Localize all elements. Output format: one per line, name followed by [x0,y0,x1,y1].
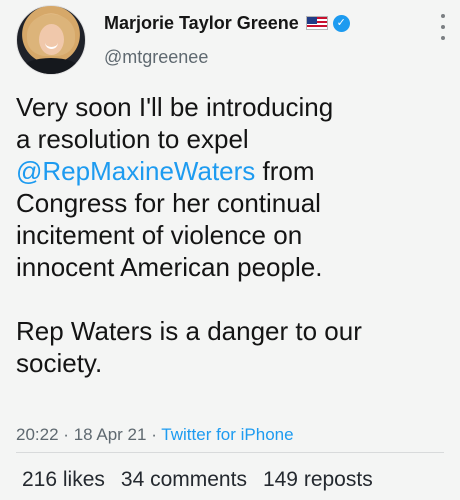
comments-count[interactable]: 34 comments [121,468,247,492]
avatar-face [39,24,64,55]
more-dot [441,25,445,29]
reposts-count[interactable]: 149 reposts [263,468,373,492]
tweet-metadata: 20:22 · 18 Apr 21 · Twitter for iPhone [16,425,294,445]
tweet-card: Marjorie Taylor Greene ✓ @mtgreenee Very… [0,0,460,500]
stats-divider [16,452,444,453]
avatar-shirt [23,58,79,74]
tweet-line: innocent American people. [16,251,446,283]
more-dot [441,36,445,40]
tweet-line-text: innocent American people. [16,252,323,282]
mention-link[interactable]: @RepMaxineWaters [16,156,255,186]
tweet-line-text: Rep Waters is a danger to our [16,316,362,346]
tweet-line: Very soon I'll be introducing [16,91,446,123]
tweet-line: Congress for her continual [16,187,446,219]
tweet-line: @RepMaxineWaters from [16,155,446,187]
tweet-line: incitement of violence on [16,219,446,251]
tweet-line-text: from [255,156,315,186]
us-flag-icon [305,16,328,30]
engagement-stats: 216 likes 34 comments 149 reposts [22,468,373,492]
meta-separator: · [63,425,69,444]
tweet-line-text: Very soon I'll be introducing [16,92,334,122]
tweet-line-text: a resolution to expel [16,124,249,154]
tweet-date[interactable]: 18 Apr 21 [74,425,147,444]
verified-badge-icon: ✓ [332,14,350,32]
tweet-line: society. [16,347,446,379]
tweet-time[interactable]: 20:22 [16,425,59,444]
tweet-line: Rep Waters is a danger to our [16,315,446,347]
author-avatar[interactable] [16,5,86,75]
more-options-icon[interactable] [438,14,448,40]
likes-count[interactable]: 216 likes [22,468,105,492]
tweet-line: a resolution to expel [16,123,446,155]
author-handle[interactable]: @mtgreenee [104,47,208,68]
tweet-line-text: incitement of violence on [16,220,303,250]
author-name[interactable]: Marjorie Taylor Greene [104,13,299,34]
tweet-line-text: Congress for her continual [16,188,321,218]
tweet-text: Very soon I'll be introducing a resoluti… [16,91,446,379]
meta-separator: · [151,425,157,444]
more-dot [441,14,445,18]
tweet-source-link[interactable]: Twitter for iPhone [161,425,293,444]
tweet-line-text: society. [16,348,103,378]
author-name-row: Marjorie Taylor Greene ✓ [104,12,350,34]
